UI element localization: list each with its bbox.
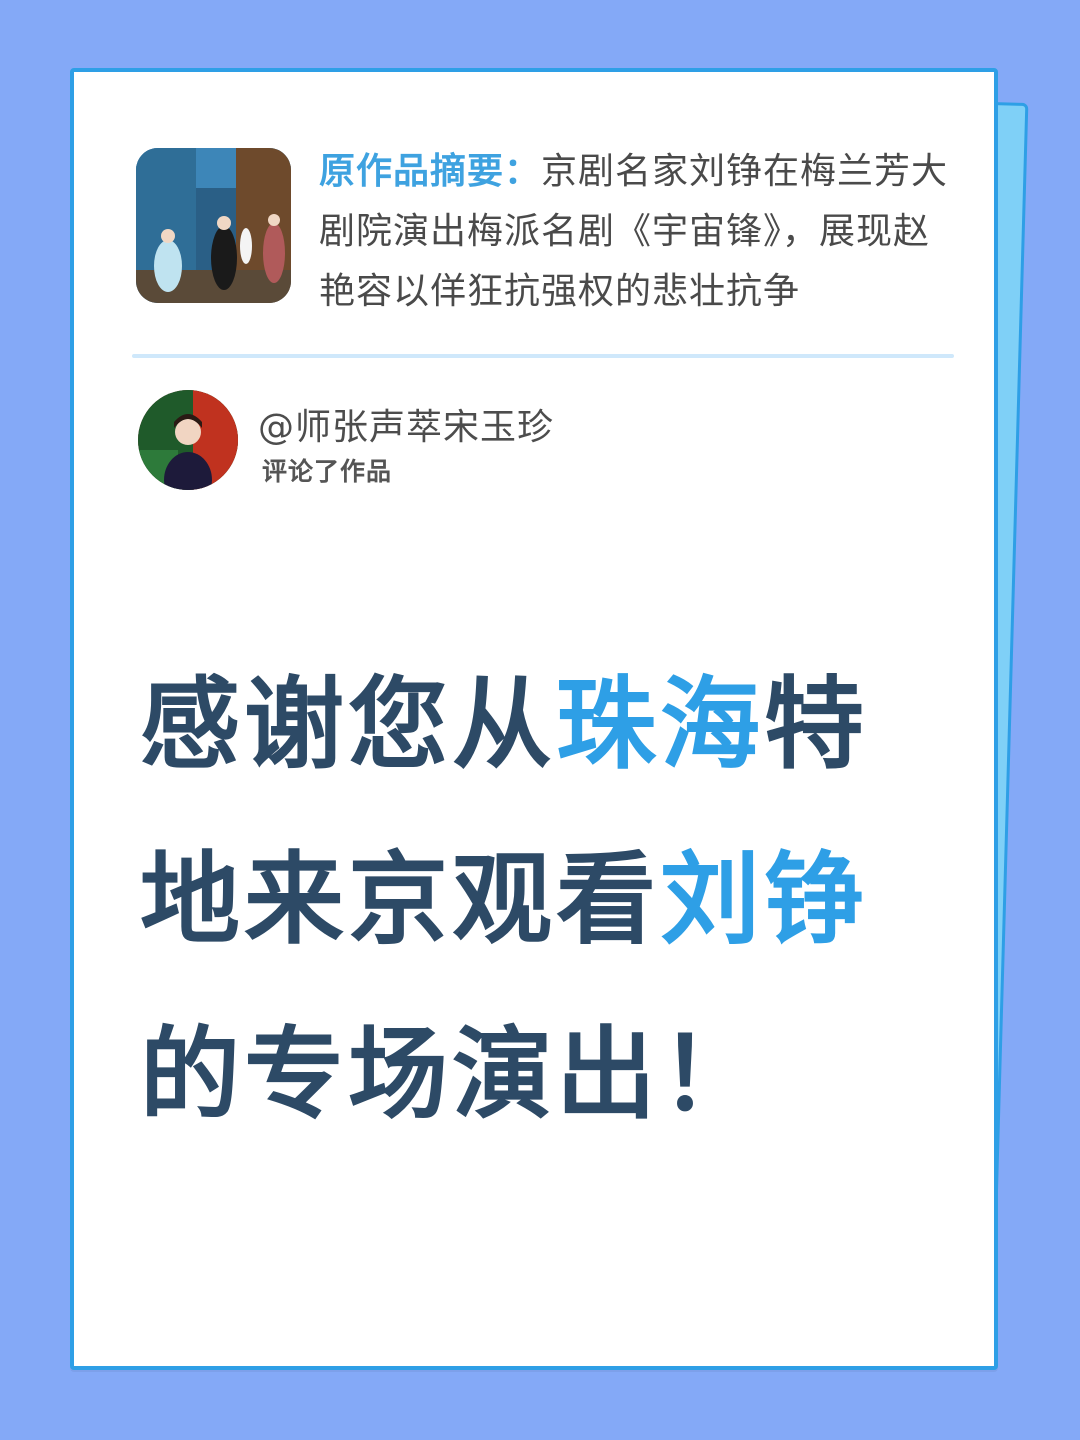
- original-work-thumbnail[interactable]: [136, 148, 291, 303]
- headline-part-1: 感谢您从: [140, 666, 556, 783]
- headline-highlight-performer: 刘铮: [660, 841, 868, 958]
- headline-highlight-city: 珠海: [556, 666, 764, 783]
- original-work-summary: 原作品摘要：京剧名家刘铮在梅兰芳大剧院演出梅派名剧《宇宙锋》，展现赵艳容以佯狂抗…: [319, 142, 959, 322]
- headline-part-3: 的专场演出！: [140, 1016, 764, 1133]
- commenter-username[interactable]: @师张声萃宋玉珍: [258, 398, 554, 450]
- comment-card: 原作品摘要：京剧名家刘铮在梅兰芳大剧院演出梅派名剧《宇宙锋》，展现赵艳容以佯狂抗…: [70, 68, 998, 1370]
- section-divider: [132, 354, 954, 358]
- commenter-avatar[interactable]: [138, 390, 238, 490]
- summary-label: 原作品摘要：: [319, 151, 542, 192]
- comment-headline: 感谢您从珠海特地来京观看刘铮的专场演出！: [140, 637, 960, 1162]
- comment-action-label: 评论了作品: [262, 457, 393, 486]
